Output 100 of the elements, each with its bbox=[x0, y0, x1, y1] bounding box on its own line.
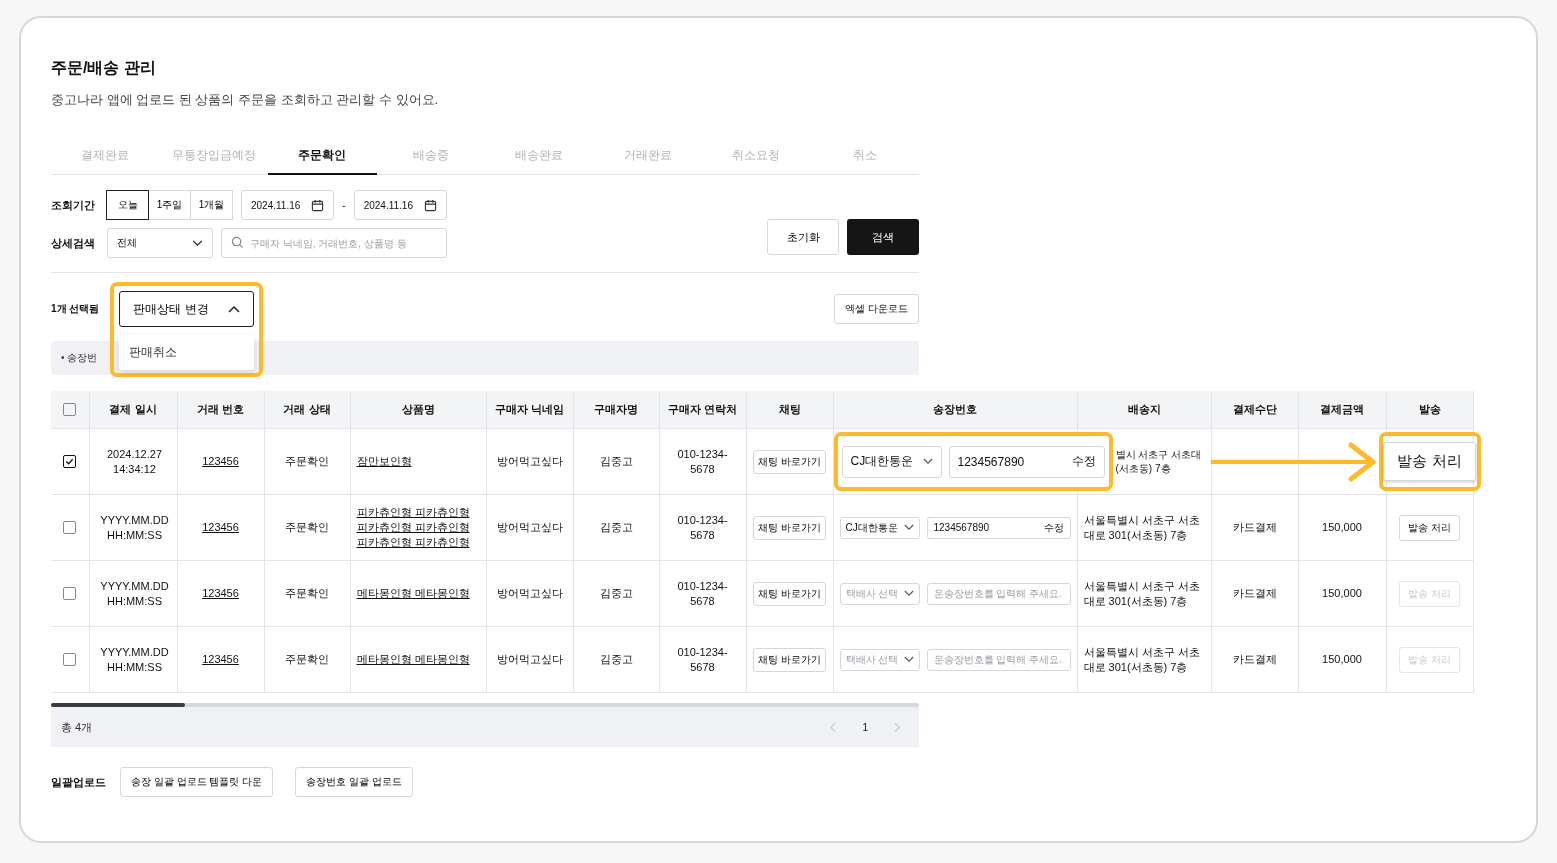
table-cell: 김중고 bbox=[599, 652, 633, 667]
upload-button[interactable]: 송장 일괄 업로드 템플릿 다운 bbox=[120, 767, 274, 797]
column-header: 결제수단 bbox=[1211, 391, 1298, 429]
chevron-up-icon bbox=[228, 305, 241, 313]
total-count: 총 4개 bbox=[61, 719, 93, 735]
table-cell-text: 010-1234-5678 bbox=[676, 644, 729, 675]
column-header: 거래 상태 bbox=[264, 391, 350, 429]
table-cell: 김중고 bbox=[599, 586, 633, 601]
excel-download-button[interactable]: 엑셀 다운로드 bbox=[834, 294, 919, 324]
table-cell: 주문확인 bbox=[285, 454, 329, 469]
column-header: 결제 일시 bbox=[89, 391, 177, 429]
chevron-down-icon bbox=[192, 239, 203, 247]
scrollbar-thumb[interactable] bbox=[51, 703, 185, 707]
product-link[interactable]: 잠만보인형 bbox=[356, 454, 412, 469]
table-cell: 150,000 bbox=[1322, 520, 1362, 535]
table-cell: 주문확인 bbox=[285, 520, 329, 535]
table-cell-text: 2024.12.27 14:34:12 bbox=[105, 446, 164, 477]
period-option[interactable]: 1주일 bbox=[148, 190, 191, 220]
table-cell-text: 010-1234-5678 bbox=[676, 446, 729, 477]
upload-button[interactable]: 송장번호 일괄 업로드 bbox=[295, 767, 413, 797]
chat-button[interactable]: 채팅 바로가기 bbox=[753, 515, 826, 540]
page-title: 주문/배송 관리 bbox=[51, 58, 157, 78]
dropdown-option[interactable]: 판매취소 bbox=[119, 335, 255, 370]
date-field[interactable]: 2024.11.16 bbox=[241, 190, 334, 220]
table-cell-text: 서울특별시 서초구 서초대로 301(서초동) 7층 bbox=[1083, 578, 1201, 609]
column-header: 구매자 닉네임 bbox=[486, 391, 573, 429]
check-icon bbox=[65, 457, 75, 467]
search-field[interactable]: 구매자 닉네임, 거래번호, 상품명 등 bbox=[221, 228, 447, 258]
period-option[interactable]: 오늘 bbox=[106, 190, 149, 220]
courier-select[interactable]: CJ대한통운 bbox=[841, 445, 942, 478]
edit-link[interactable]: 수정 bbox=[1071, 453, 1096, 470]
deal-number-link[interactable]: 123456 bbox=[202, 455, 239, 468]
chat-button[interactable]: 채팅 바로가기 bbox=[753, 581, 826, 606]
product-link[interactable]: 메타몽인형 메타몽인형 bbox=[356, 652, 470, 667]
deal-number-link[interactable]: 123456 bbox=[202, 653, 239, 666]
chevron-down-icon bbox=[922, 458, 933, 465]
table-cell-text: 별시 서초구 서초대 (서초동) 7층 bbox=[1115, 448, 1203, 475]
table-cell: 카드결제 bbox=[1232, 652, 1277, 667]
invoice-number-field[interactable]: 1234567890 수정 bbox=[926, 516, 1071, 539]
search-scope-select[interactable]: 전체 bbox=[107, 228, 213, 258]
product-link[interactable]: 메타몽인형 메타몽인형 bbox=[356, 586, 470, 601]
page-description: 중고나라 앱에 업로드 된 상품의 주문을 조회하고 관리할 수 있어요. bbox=[51, 91, 440, 109]
table-cell-text: YYYY.MM.DD HH:MM:SS bbox=[99, 512, 170, 543]
calendar-icon bbox=[423, 198, 437, 212]
selected-count: 1개 선택됨 bbox=[51, 302, 100, 316]
table-cell-text: YYYY.MM.DD HH:MM:SS bbox=[99, 644, 170, 675]
page-number[interactable]: 1 bbox=[862, 721, 868, 733]
courier-select[interactable]: CJ대한통운 bbox=[839, 516, 920, 539]
status-dropdown[interactable]: 판매상태 변경 bbox=[119, 291, 255, 327]
table-cell: 김중고 bbox=[599, 520, 633, 535]
column-header: 발송 bbox=[1386, 391, 1473, 429]
row-checkbox[interactable] bbox=[63, 521, 77, 535]
edit-link[interactable]: 수정 bbox=[1043, 520, 1064, 535]
column-header: 결제금액 bbox=[1298, 391, 1386, 429]
filter-label: 조회기간 bbox=[51, 197, 96, 213]
table-cell: 주문확인 bbox=[285, 652, 329, 667]
table-cell: 150,000 bbox=[1322, 652, 1362, 667]
table-cell: 방어먹고싶다 bbox=[496, 454, 563, 469]
table-cell-text: 서울특별시 서초구 서초대로 301(서초동) 7층 bbox=[1083, 644, 1201, 675]
row-checkbox[interactable] bbox=[63, 653, 77, 667]
table-cell: 김중고 bbox=[599, 454, 633, 469]
select-all-checkbox[interactable] bbox=[63, 403, 77, 417]
column-header: 거래 번호 bbox=[177, 391, 264, 429]
ship-button[interactable]: 발송 처리 bbox=[1399, 514, 1460, 541]
chat-button[interactable]: 채팅 바로가기 bbox=[753, 647, 826, 672]
column-header: 채팅 bbox=[746, 391, 833, 429]
period-option[interactable]: 1개월 bbox=[190, 190, 233, 220]
row-checkbox[interactable] bbox=[63, 587, 77, 601]
table-cell-text: 010-1234-5678 bbox=[676, 512, 729, 543]
search-icon bbox=[231, 236, 244, 249]
date-separator: - bbox=[342, 199, 346, 211]
table-cell: 방어먹고싶다 bbox=[496, 586, 563, 601]
table-cell-text: YYYY.MM.DD HH:MM:SS bbox=[99, 578, 170, 609]
chevron-down-icon bbox=[903, 590, 914, 597]
chevron-down-icon bbox=[903, 524, 914, 531]
chat-button[interactable]: 채팅 바로가기 bbox=[753, 449, 826, 474]
table-cell: 카드결제 bbox=[1232, 520, 1277, 535]
column-header: 송장번호 bbox=[833, 391, 1077, 429]
column-header: 구매자명 bbox=[573, 391, 659, 429]
invoice-number-field[interactable]: 1234567890 수정 bbox=[948, 445, 1105, 478]
table-cell: 방어먹고싶다 bbox=[496, 652, 563, 667]
table-cell: 150,000 bbox=[1322, 586, 1362, 601]
table-cell: 방어먹고싶다 bbox=[496, 520, 563, 535]
row-checkbox[interactable] bbox=[63, 455, 77, 469]
date-field[interactable]: 2024.11.16 bbox=[353, 190, 447, 220]
column-header: 배송지 bbox=[1077, 391, 1211, 429]
column-header: 구매자 연락처 bbox=[659, 391, 746, 429]
deal-number-link[interactable]: 123456 bbox=[202, 587, 239, 600]
filter-label: 상세검색 bbox=[51, 235, 96, 251]
column-header: 상품명 bbox=[350, 391, 486, 429]
notice-text: • 송장번 bbox=[61, 351, 98, 365]
status-tab[interactable]: 주문확인 bbox=[268, 139, 377, 175]
reset-button[interactable]: 초기화 bbox=[767, 219, 839, 255]
deal-number-link[interactable]: 123456 bbox=[202, 521, 239, 534]
table-cell-text: 서울특별시 서초구 서초대로 301(서초동) 7층 bbox=[1083, 512, 1201, 543]
ship-button[interactable]: 발송 처리 bbox=[1383, 442, 1476, 481]
bulk-upload-label: 일괄업로드 bbox=[51, 774, 106, 790]
table-cell: 카드결제 bbox=[1232, 586, 1277, 601]
table-cell-text: 010-1234-5678 bbox=[676, 578, 729, 609]
search-button[interactable]: 검색 bbox=[847, 219, 919, 255]
